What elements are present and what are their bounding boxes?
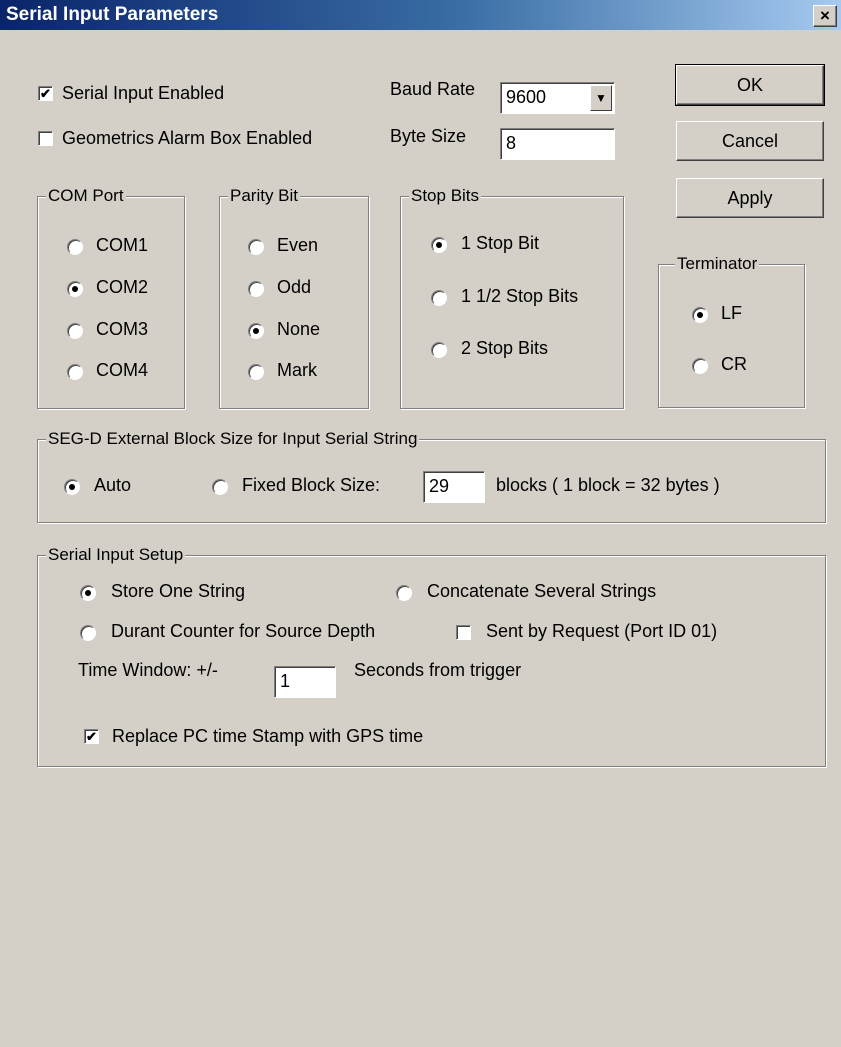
window-title: Serial Input Parameters (6, 4, 219, 25)
time-window-label: Time Window: +/- (78, 660, 218, 680)
segd-block-size-group: SEG-D External Block Size for Input Seri… (37, 429, 826, 523)
radio-label: COM2 (96, 277, 149, 297)
serial-input-setup-legend: Serial Input Setup (46, 545, 186, 565)
radio-dot (253, 328, 259, 334)
chevron-down-icon[interactable]: ▼ (590, 85, 612, 111)
checkbox-box[interactable] (38, 131, 53, 146)
radio-label: Even (277, 235, 319, 255)
radio-label: COM4 (96, 360, 149, 380)
time-window-input[interactable]: 1 (274, 666, 336, 698)
radio-circle[interactable] (431, 342, 447, 358)
stop-bits-legend: Stop Bits (409, 186, 482, 206)
radio-dot (436, 242, 442, 248)
radio-circle[interactable] (80, 625, 96, 641)
radio-label: Fixed Block Size: (242, 475, 381, 495)
checkbox-label: Sent by Request (Port ID 01) (486, 621, 718, 641)
parity-bit-legend: Parity Bit (228, 186, 301, 206)
radio-circle[interactable] (248, 364, 264, 380)
radio-circle[interactable] (248, 239, 264, 255)
serial-input-setup-group: Serial Input Setup Store One String Conc… (37, 545, 826, 767)
radio-circle[interactable] (67, 281, 83, 297)
radio-circle[interactable] (80, 585, 96, 601)
baud-rate-select[interactable]: 9600 ▼ (500, 82, 615, 114)
radio-label: Odd (277, 277, 312, 297)
radio-label: Store One String (111, 581, 246, 601)
time-window-suffix: Seconds from trigger (354, 660, 522, 680)
checkbox-box[interactable]: ✔ (84, 729, 99, 744)
radio-label: Durant Counter for Source Depth (111, 621, 376, 641)
ok-button[interactable]: OK (675, 64, 825, 106)
radio-dot (85, 590, 91, 596)
checkbox-label: Replace PC time Stamp with GPS time (112, 726, 424, 746)
radio-dot (697, 312, 703, 318)
radio-circle[interactable] (248, 281, 264, 297)
radio-label: COM3 (96, 319, 149, 339)
radio-circle[interactable] (692, 358, 708, 374)
stop-bits-group: Stop Bits 1 Stop Bit 1 1/2 Stop Bits 2 S… (400, 186, 624, 409)
radio-circle[interactable] (67, 239, 83, 255)
radio-circle[interactable] (67, 323, 83, 339)
block-size-input[interactable]: 29 (423, 471, 485, 503)
radio-label: 1 1/2 Stop Bits (461, 286, 579, 306)
close-icon[interactable]: × (813, 5, 837, 27)
radio-circle[interactable] (396, 585, 412, 601)
radio-circle[interactable] (431, 290, 447, 306)
radio-circle[interactable] (431, 237, 447, 253)
radio-label: Concatenate Several Strings (427, 581, 657, 601)
com-port-group: COM Port COM1 COM2 COM3 COM4 (37, 186, 185, 409)
serial-input-enabled-label: Serial Input Enabled (62, 83, 225, 103)
radio-circle[interactable] (64, 479, 80, 495)
baud-rate-label: Baud Rate (390, 79, 476, 99)
radio-dot (72, 286, 78, 292)
radio-label: Mark (277, 360, 317, 380)
baud-rate-value: 9600 (506, 87, 547, 107)
radio-label: CR (721, 354, 747, 374)
radio-circle[interactable] (212, 479, 228, 495)
radio-dot (69, 484, 75, 490)
block-size-suffix: blocks ( 1 block = 32 bytes ) (496, 475, 720, 495)
apply-button[interactable]: Apply (676, 178, 824, 218)
radio-circle[interactable] (67, 364, 83, 380)
radio-label: Auto (94, 475, 132, 495)
radio-circle[interactable] (248, 323, 264, 339)
radio-label: 1 Stop Bit (461, 233, 540, 253)
radio-circle[interactable] (692, 307, 708, 323)
byte-size-label: Byte Size (390, 126, 467, 146)
terminator-legend: Terminator (675, 254, 760, 274)
checkbox-box[interactable] (456, 625, 471, 640)
byte-size-input[interactable]: 8 (500, 128, 615, 160)
parity-bit-group: Parity Bit Even Odd None Mark (219, 186, 369, 409)
radio-label: None (277, 319, 321, 339)
com-port-legend: COM Port (46, 186, 126, 206)
title-bar[interactable]: Serial Input Parameters × (0, 0, 841, 30)
radio-label: LF (721, 303, 743, 323)
checkbox-box[interactable]: ✔ (38, 86, 53, 101)
terminator-group: Terminator LF CR (658, 254, 805, 408)
radio-label: 2 Stop Bits (461, 338, 549, 358)
cancel-button[interactable]: Cancel (676, 121, 824, 161)
geometrics-alarm-label: Geometrics Alarm Box Enabled (62, 128, 313, 148)
segd-legend: SEG-D External Block Size for Input Seri… (46, 429, 420, 449)
radio-label: COM1 (96, 235, 149, 255)
